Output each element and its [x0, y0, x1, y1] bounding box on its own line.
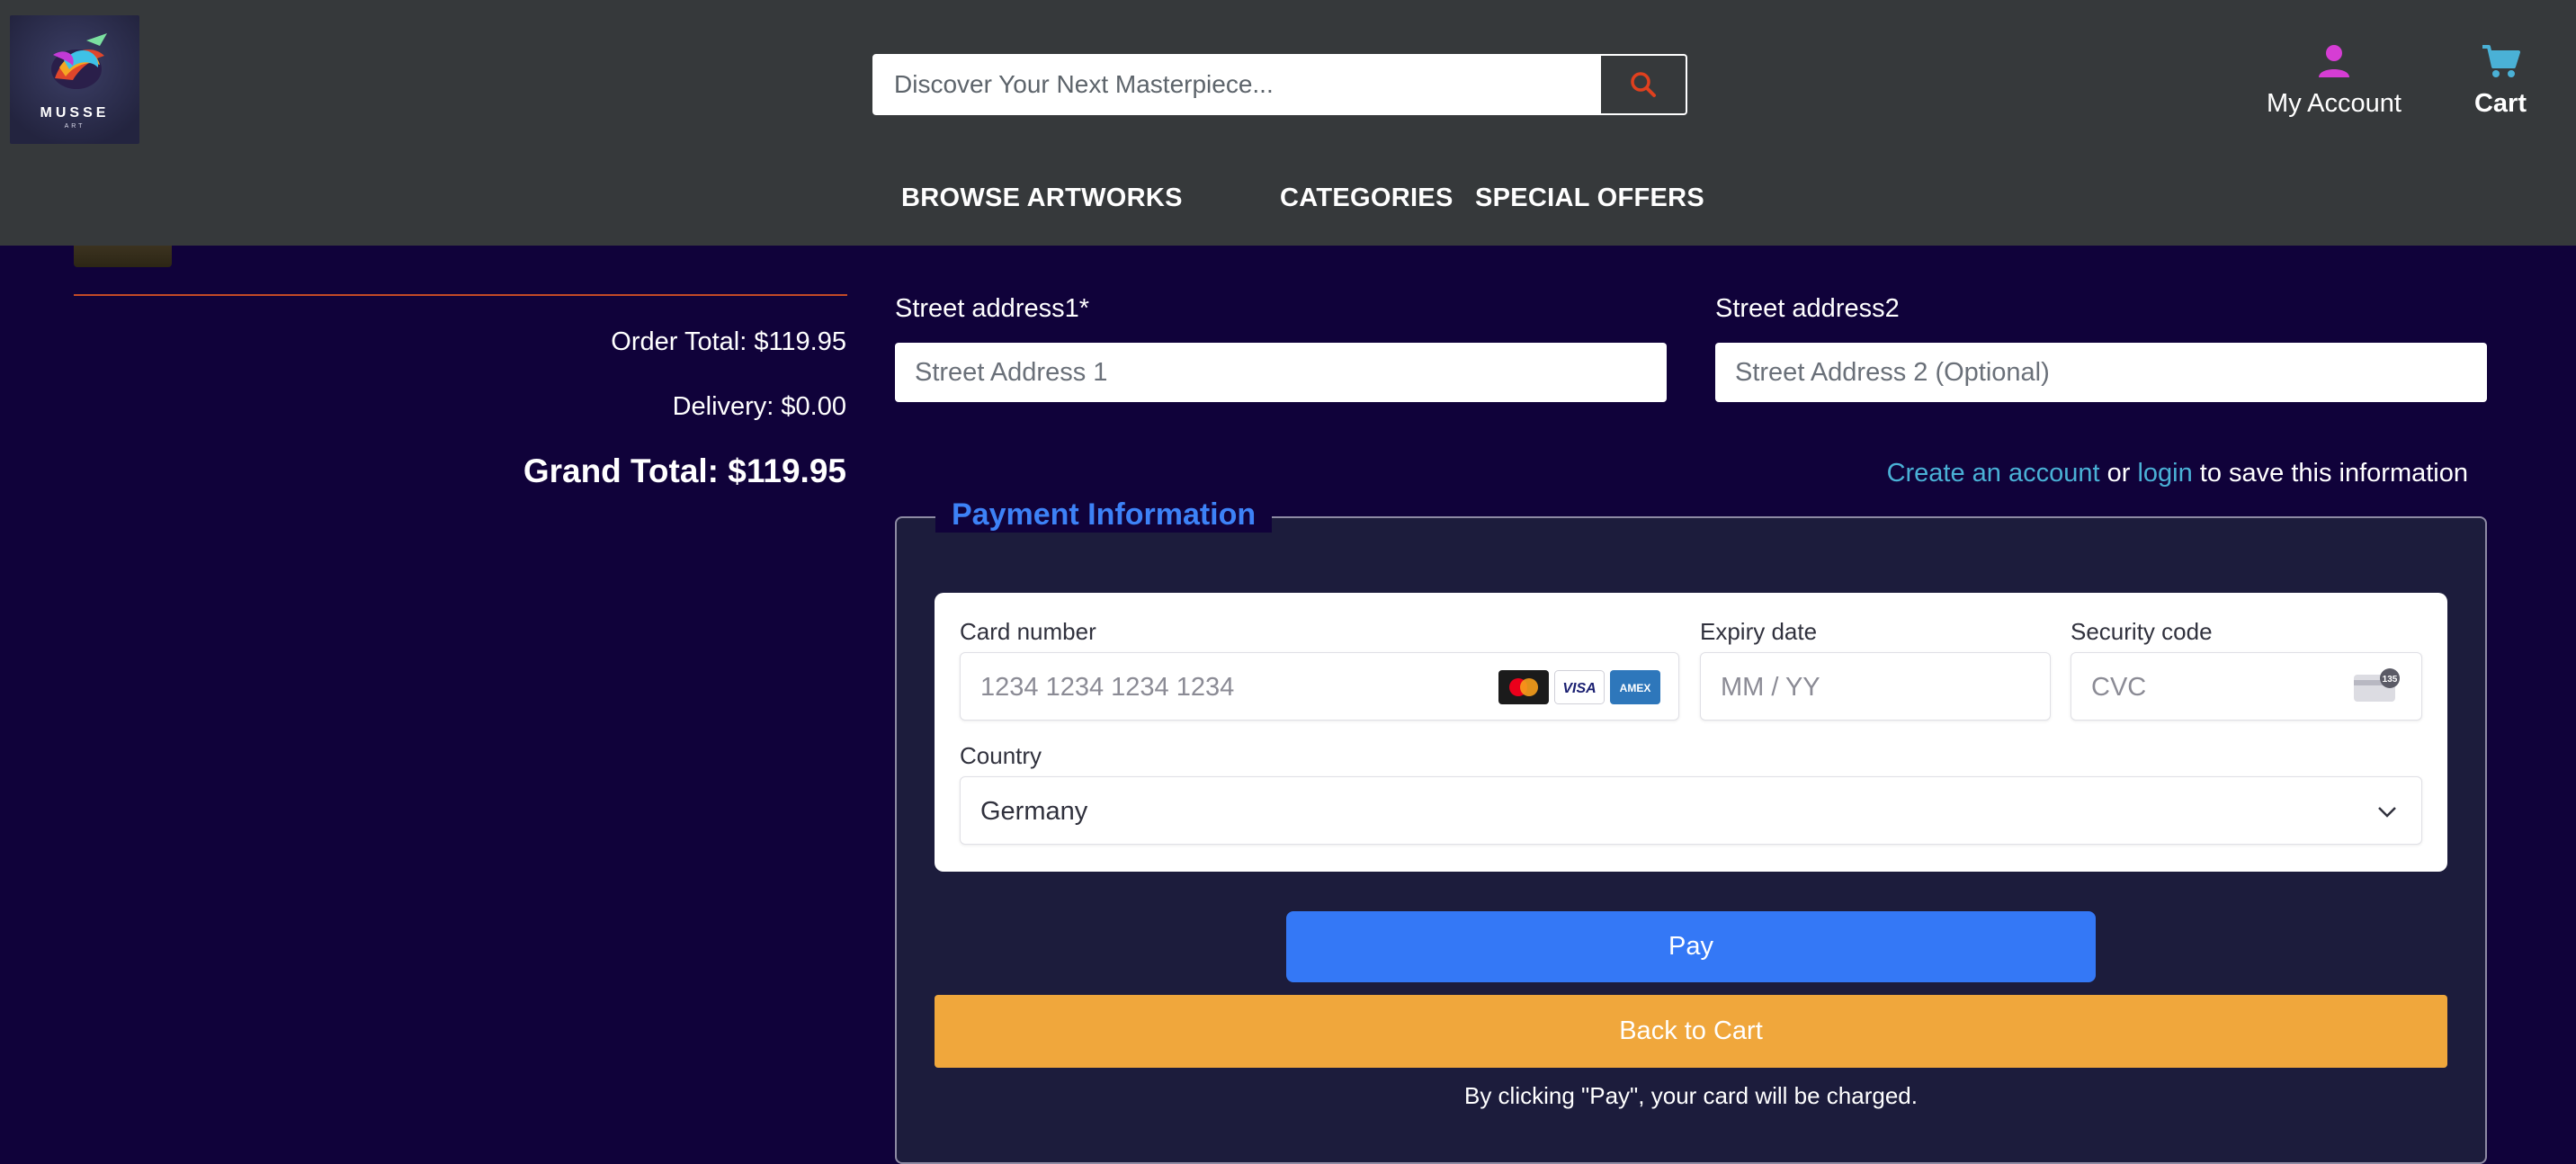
site-logo[interactable]: MUSSE ART: [10, 15, 139, 144]
save-info-suffix: to save this information: [2192, 459, 2468, 488]
back-to-cart-button[interactable]: Back to Cart: [935, 995, 2447, 1068]
order-total: Order Total: $119.95: [611, 327, 846, 356]
street-address2-input[interactable]: [1715, 343, 2487, 402]
search-input[interactable]: [872, 54, 1599, 115]
pay-button[interactable]: Pay: [1286, 911, 2096, 982]
chevron-down-icon: [2378, 807, 2396, 818]
security-code-label: Security code: [2071, 618, 2213, 645]
search-bar: [872, 54, 1687, 115]
search-icon: [1631, 72, 1656, 97]
nav-categories[interactable]: CATEGORIES: [1280, 184, 1453, 213]
country-select[interactable]: Germany: [960, 776, 2422, 845]
search-button[interactable]: [1599, 54, 1687, 115]
my-account-label: My Account: [2267, 89, 2402, 118]
nav-special-offers[interactable]: SPECIAL OFFERS: [1475, 184, 1704, 213]
amex-icon: AMEX: [1610, 670, 1660, 704]
payment-disclaimer: By clicking "Pay", your card will be cha…: [1463, 1082, 1918, 1109]
create-account-link[interactable]: Create an account: [1887, 459, 2100, 488]
expiry-date-label: Expiry date: [1700, 618, 1818, 645]
delivery-cost: Delivery: $0.00: [672, 392, 846, 421]
logo-brush-icon: [51, 33, 107, 89]
grand-total: Grand Total: $119.95: [523, 452, 846, 489]
cart-label: Cart: [2473, 89, 2527, 118]
street-address1-label: Street address1*: [895, 294, 1090, 323]
security-code-input[interactable]: CVC 135: [2071, 652, 2422, 721]
login-link[interactable]: login: [2137, 459, 2192, 488]
logo-text: MUSSE: [40, 105, 110, 121]
amex-text: AMEX: [1620, 682, 1651, 694]
save-info-or: or: [2099, 459, 2138, 488]
card-element-panel: Card number 1234 1234 1234 1234 VISA AME…: [935, 593, 2447, 872]
cvc-card-icon: 135: [2354, 668, 2400, 702]
country-label: Country: [960, 742, 1042, 769]
visa-icon: VISA: [1554, 670, 1605, 704]
nav-browse-artworks[interactable]: BROWSE ARTWORKS: [901, 184, 1183, 213]
expiry-date-input[interactable]: MM / YY: [1700, 652, 2051, 721]
country-selected-value: Germany: [980, 797, 1088, 826]
card-number-label: Card number: [960, 618, 1096, 645]
visa-text: VISA: [1562, 681, 1596, 696]
logo-subtext: ART: [64, 123, 85, 130]
cvc-digits: 135: [2383, 675, 2398, 685]
site-header: MUSSE ART My Account Cart BROWSE ARTWORK…: [0, 0, 2576, 246]
security-code-placeholder: CVC: [2091, 673, 2147, 702]
mastercard-icon: [1498, 670, 1549, 704]
user-icon: [2319, 45, 2349, 77]
street-address2-label: Street address2: [1715, 294, 1900, 323]
card-number-placeholder: 1234 1234 1234 1234: [980, 673, 1235, 702]
card-number-input[interactable]: 1234 1234 1234 1234 VISA AMEX: [960, 652, 1679, 721]
cart-icon: [2482, 45, 2520, 77]
cart-link[interactable]: Cart: [2455, 43, 2545, 119]
summary-divider: [74, 294, 847, 296]
my-account-link[interactable]: My Account: [2249, 43, 2419, 119]
street-address1-input[interactable]: [895, 343, 1667, 402]
expiry-date-placeholder: MM / YY: [1721, 673, 1820, 702]
save-info-text: Create an account or login to save this …: [1887, 459, 2468, 488]
payment-information-title: Payment Information: [935, 497, 1273, 533]
